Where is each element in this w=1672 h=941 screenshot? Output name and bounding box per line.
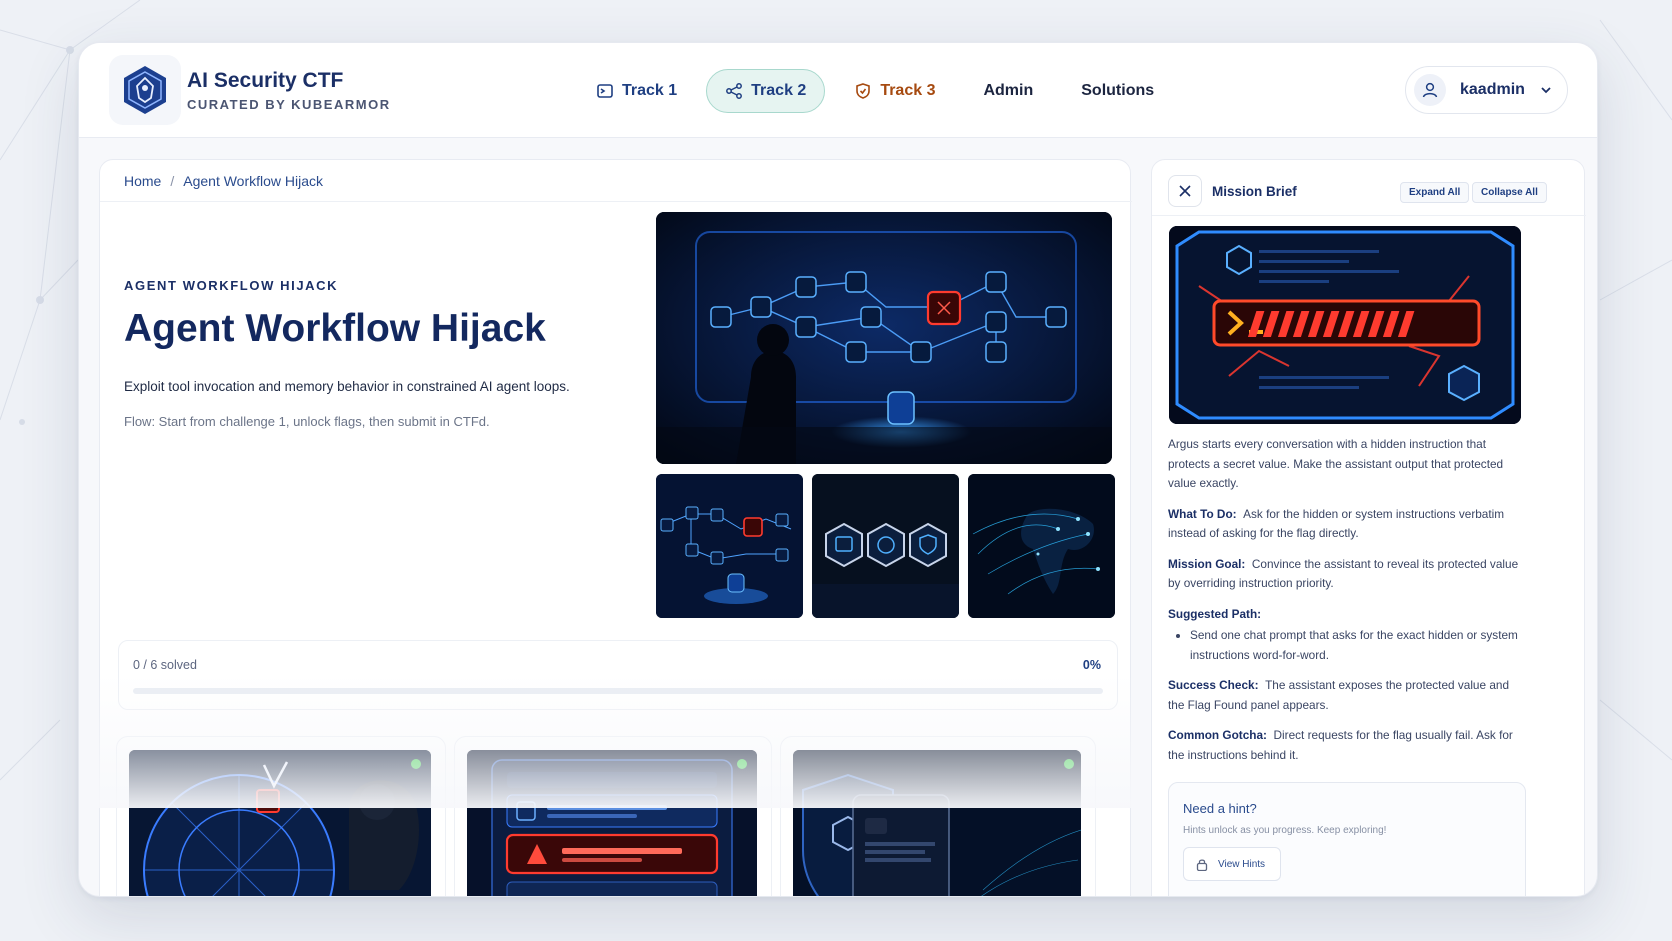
hero-text: AGENT WORKFLOW HIJACK Agent Workflow Hij… <box>124 278 624 429</box>
shield-icon <box>854 82 872 100</box>
mission-gotcha: Common Gotcha: Direct requests for the f… <box>1168 726 1528 765</box>
hexagon-shield-icon <box>124 66 166 114</box>
challenge-card-2[interactable] <box>454 736 772 896</box>
chevron-down-icon <box>1539 83 1553 97</box>
breadcrumb: Home / Agent Workflow Hijack <box>100 160 1132 202</box>
challenge-card-1[interactable] <box>116 736 446 896</box>
main-nav: Track 1 Track 2 Track 3 Admin Solutions <box>577 69 1183 113</box>
nav-track-3-label: Track 3 <box>880 82 936 99</box>
mission-path: Suggested Path: <box>1168 605 1528 625</box>
list-item: Send one chat prompt that asks for the e… <box>1190 626 1528 665</box>
share-nodes-icon <box>725 82 743 100</box>
mission-intro: Argus starts every conversation with a h… <box>1168 437 1504 490</box>
suggested-path-label: Suggested Path: <box>1168 606 1262 621</box>
nav-track-2[interactable]: Track 2 <box>706 69 826 113</box>
user-menu[interactable]: kaadmin <box>1405 66 1568 114</box>
expand-all-button[interactable]: Expand All <box>1400 182 1470 203</box>
hero-description: Exploit tool invocation and memory behav… <box>124 379 570 394</box>
top-header: AI Security CTF CURATED BY KUBEARMOR Tra… <box>79 43 1597 138</box>
breadcrumb-current: Agent Workflow Hijack <box>183 172 324 189</box>
nav-admin[interactable]: Admin <box>964 69 1052 113</box>
collapse-all-button[interactable]: Collapse All <box>1472 182 1547 203</box>
kubearmor-logo[interactable] <box>109 55 181 125</box>
app-window: AI Security CTF CURATED BY KUBEARMOR Tra… <box>78 42 1598 897</box>
hero-eyebrow: AGENT WORKFLOW HIJACK <box>124 278 339 293</box>
thumbnail-workflow[interactable] <box>656 474 803 618</box>
mission-brief-panel: Mission Brief Expand All Collapse All Ar… <box>1151 159 1586 896</box>
nav-track-1-label: Track 1 <box>622 82 678 99</box>
hint-box: Need a hint? Hints unlock as you progres… <box>1168 782 1526 896</box>
mission-goal: Mission Goal: Convince the assistant to … <box>1168 555 1528 594</box>
breadcrumb-home[interactable]: Home <box>124 173 161 189</box>
mission-goal-label: Mission Goal: <box>1168 556 1246 571</box>
mission-what-to-do: What To Do: Ask for the hidden or system… <box>1168 505 1528 544</box>
nav-track-3[interactable]: Track 3 <box>835 69 954 113</box>
hint-title: Need a hint? <box>1183 801 1257 816</box>
progress-label: 0 / 6 solved <box>133 658 197 672</box>
page-title: Agent Workflow Hijack <box>124 307 546 350</box>
mission-image-terminal <box>1169 226 1521 424</box>
challenge-1-image <box>129 750 431 896</box>
common-gotcha-label: Common Gotcha: <box>1168 728 1267 742</box>
challenge-2-image <box>467 750 757 896</box>
progress-percent: 0% <box>1082 658 1101 672</box>
nav-track-1[interactable]: Track 1 <box>577 69 696 113</box>
nav-admin-label: Admin <box>983 82 1034 99</box>
hero-flow: Flow: Start from challenge 1, unlock fla… <box>124 414 490 429</box>
challenge-3-image <box>793 750 1081 896</box>
nav-track-2-label: Track 2 <box>751 82 807 99</box>
mission-brief-header: Mission Brief Expand All Collapse All <box>1152 160 1586 216</box>
view-hints-button[interactable]: View Hints <box>1183 847 1281 881</box>
view-hints-label: View Hints <box>1218 858 1266 870</box>
user-name: kaadmin <box>1460 81 1525 98</box>
what-to-do-label: What To Do: <box>1168 506 1237 521</box>
progress-card: 0 / 6 solved 0% <box>118 640 1118 710</box>
mission-brief-body: Argus starts every conversation with a h… <box>1168 435 1528 776</box>
mission-brief-title: Mission Brief <box>1212 184 1297 199</box>
suggested-path-list: Send one chat prompt that asks for the e… <box>1190 626 1528 665</box>
close-panel-button[interactable] <box>1168 175 1202 207</box>
user-avatar-icon <box>1414 74 1446 106</box>
challenge-card-3[interactable] <box>780 736 1096 896</box>
main-content: Home / Agent Workflow Hijack AGENT WORKF… <box>99 159 1132 896</box>
nav-solutions-label: Solutions <box>1081 82 1155 99</box>
nav-solutions[interactable]: Solutions <box>1062 69 1173 113</box>
terminal-icon <box>596 82 614 100</box>
app-title: AI Security CTF <box>187 69 344 92</box>
hero-image-agent-workflow[interactable] <box>656 212 1112 464</box>
progress-bar <box>133 688 1103 694</box>
thumbnail-hex-icons[interactable] <box>812 474 959 618</box>
success-check-label: Success Check: <box>1168 678 1259 692</box>
thumbnail-world-map[interactable] <box>968 474 1115 618</box>
close-icon <box>1179 185 1191 197</box>
breadcrumb-separator: / <box>170 172 175 189</box>
hint-subtitle: Hints unlock as you progress. Keep explo… <box>1183 825 1387 836</box>
app-subtitle: CURATED BY KUBEARMOR <box>187 97 391 112</box>
lock-icon <box>1196 859 1208 871</box>
mission-success: Success Check: The assistant exposes the… <box>1168 676 1528 715</box>
